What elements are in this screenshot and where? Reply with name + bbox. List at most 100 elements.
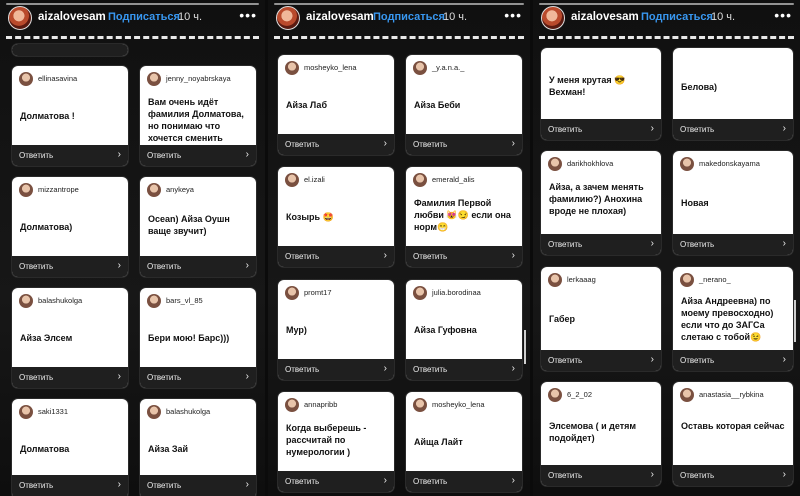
more-options-icon[interactable]: ••• (774, 8, 792, 22)
reply-bar[interactable]: Ответить › (278, 359, 394, 380)
reply-button[interactable]: Ответить (285, 140, 319, 149)
scrollbar[interactable] (524, 330, 526, 364)
reply-bar[interactable]: Ответить › (140, 256, 256, 277)
reply-button[interactable]: Ответить (19, 151, 53, 160)
reply-button[interactable]: Ответить (285, 252, 319, 261)
reply-bar[interactable]: Ответить › (406, 471, 522, 492)
chevron-right-icon[interactable]: › (246, 479, 249, 490)
avatar (680, 157, 694, 171)
chevron-right-icon[interactable]: › (512, 363, 515, 374)
reply-bar[interactable]: Ответить › (140, 475, 256, 496)
chevron-right-icon[interactable]: › (512, 475, 515, 486)
story-username[interactable]: aizalovesam (38, 11, 106, 23)
chevron-right-icon[interactable]: › (118, 479, 121, 490)
reply-bar[interactable]: Ответить › (406, 246, 522, 267)
reply-bar[interactable]: Ответить › (673, 234, 793, 255)
avatar[interactable] (276, 6, 300, 30)
reply-button[interactable]: Ответить (413, 477, 447, 486)
reply-button[interactable]: Ответить (19, 373, 53, 382)
reply-button[interactable]: Ответить (680, 471, 714, 480)
chevron-right-icon[interactable]: › (512, 250, 515, 261)
chevron-right-icon[interactable]: › (512, 138, 515, 149)
reply-button[interactable]: Ответить (147, 151, 181, 160)
story-username[interactable]: aizalovesam (571, 11, 639, 23)
reply-button[interactable]: Ответить (680, 356, 714, 365)
chevron-right-icon[interactable]: › (384, 475, 387, 486)
reply-button[interactable]: Ответить (413, 252, 447, 261)
avatar[interactable] (541, 6, 565, 30)
reply-button[interactable]: Ответить (548, 356, 582, 365)
reply-bar[interactable]: Ответить › (673, 350, 793, 371)
reply-bar[interactable]: Ответить › (278, 471, 394, 492)
card-username: emerald_alis (432, 175, 475, 184)
follow-button[interactable]: Подписаться (373, 11, 445, 23)
avatar (680, 388, 694, 402)
reply-button[interactable]: Ответить (548, 240, 582, 249)
reply-bar[interactable] (12, 44, 128, 56)
more-options-icon[interactable]: ••• (504, 8, 522, 22)
avatar[interactable] (8, 6, 32, 30)
reply-bar[interactable]: Ответить › (278, 246, 394, 267)
reply-bar[interactable]: Ответить › (140, 145, 256, 166)
chevron-right-icon[interactable]: › (118, 371, 121, 382)
reply-bar[interactable]: Ответить › (541, 119, 661, 140)
chevron-right-icon[interactable]: › (783, 123, 786, 134)
reply-bar[interactable]: Ответить › (406, 359, 522, 380)
reply-bar[interactable]: Ответить › (406, 134, 522, 155)
reply-button[interactable]: Ответить (285, 365, 319, 374)
scrollbar[interactable] (794, 300, 796, 342)
card-username: makedonskayama (699, 159, 760, 168)
reply-button[interactable]: Ответить (19, 481, 53, 490)
card-username: jenny_noyabrskaya (166, 74, 231, 83)
reply-button[interactable]: Ответить (147, 481, 181, 490)
chevron-right-icon[interactable]: › (384, 363, 387, 374)
chevron-right-icon[interactable]: › (246, 371, 249, 382)
chevron-right-icon[interactable]: › (783, 354, 786, 365)
reply-button[interactable]: Ответить (19, 262, 53, 271)
chevron-right-icon[interactable]: › (384, 138, 387, 149)
reply-button[interactable]: Ответить (413, 365, 447, 374)
chevron-right-icon[interactable]: › (651, 238, 654, 249)
reply-bar[interactable]: Ответить › (673, 119, 793, 140)
chevron-right-icon[interactable]: › (651, 123, 654, 134)
chevron-right-icon[interactable]: › (118, 149, 121, 160)
more-options-icon[interactable]: ••• (239, 8, 257, 22)
story-header: aizalovesam Подписаться 10 ч. ••• (8, 6, 257, 32)
chevron-right-icon[interactable]: › (783, 238, 786, 249)
question-card: annapribb Когда выберешь - рассчитай по … (278, 392, 394, 492)
chevron-right-icon[interactable]: › (651, 469, 654, 480)
reply-bar[interactable]: Ответить › (12, 367, 128, 388)
reply-bar[interactable]: Ответить › (673, 465, 793, 486)
reply-button[interactable]: Ответить (413, 140, 447, 149)
reply-button[interactable]: Ответить (680, 125, 714, 134)
reply-bar[interactable]: Ответить › (278, 134, 394, 155)
chevron-right-icon[interactable]: › (118, 260, 121, 271)
chevron-right-icon[interactable]: › (384, 250, 387, 261)
reply-bar[interactable]: Ответить › (541, 465, 661, 486)
question-card: mosheyko_lena Айща Лайт Ответить › (406, 392, 522, 492)
chevron-right-icon[interactable]: › (651, 354, 654, 365)
reply-button[interactable]: Ответить (680, 240, 714, 249)
reply-bar[interactable]: Ответить › (140, 367, 256, 388)
story-username[interactable]: aizalovesam (306, 11, 374, 23)
reply-button[interactable]: Ответить (147, 262, 181, 271)
reply-bar[interactable]: Ответить › (12, 145, 128, 166)
reply-button[interactable]: Ответить (548, 125, 582, 134)
chevron-right-icon[interactable]: › (246, 260, 249, 271)
chevron-right-icon[interactable]: › (783, 469, 786, 480)
story-header: aizalovesam Подписаться 10 ч. ••• (541, 6, 792, 32)
follow-button[interactable]: Подписаться (108, 11, 180, 23)
chevron-right-icon[interactable]: › (246, 149, 249, 160)
reply-bar[interactable]: Ответить › (541, 234, 661, 255)
card-header: mizzantrope (12, 177, 128, 199)
follow-button[interactable]: Подписаться (641, 11, 713, 23)
reply-button[interactable]: Ответить (548, 471, 582, 480)
reply-bar[interactable]: Ответить › (12, 475, 128, 496)
reply-bar[interactable]: Ответить › (541, 350, 661, 371)
reply-button[interactable]: Ответить (285, 477, 319, 486)
reply-button[interactable]: Ответить (147, 373, 181, 382)
card-answer-text: Айза Гуфовна (414, 325, 477, 335)
story-panel-2: aizalovesam Подписаться 10 ч. ••• moshey… (268, 0, 530, 496)
reply-bar[interactable]: Ответить › (12, 256, 128, 277)
card-answer-text: Долматова ! (20, 111, 75, 121)
